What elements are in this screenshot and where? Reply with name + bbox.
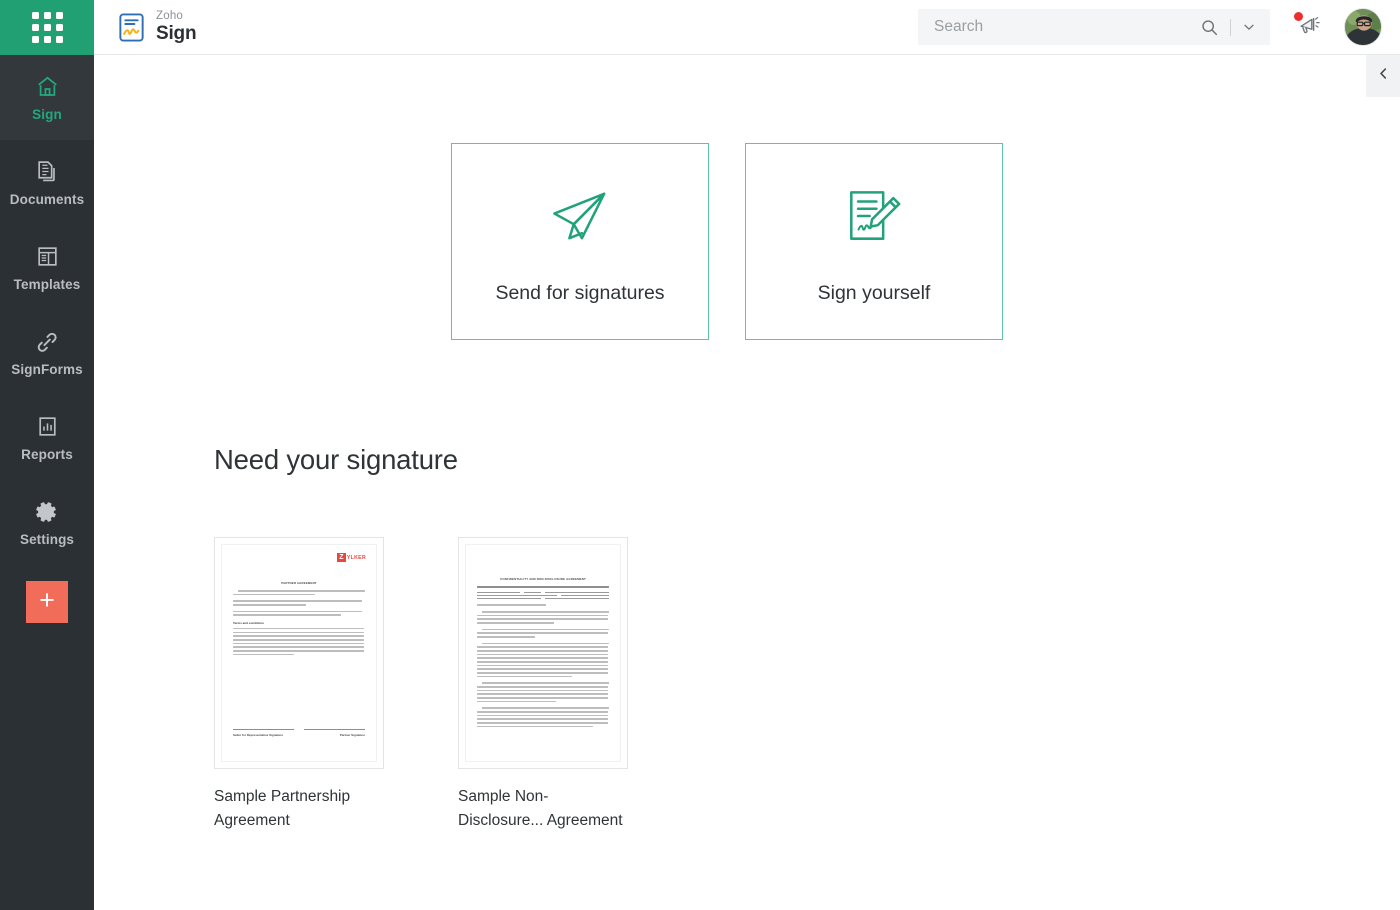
signature-block: Seller for Representative Signature	[233, 728, 294, 737]
collapse-panel-button[interactable]	[1366, 55, 1400, 97]
search-container	[918, 9, 1270, 45]
need-signature-section: Need your signature Z YLKER PARTNER AGRE…	[94, 444, 1400, 833]
app-root: Sign Documents Templates SignForms Repor…	[0, 0, 1400, 910]
user-avatar[interactable]	[1344, 8, 1382, 46]
documents-icon	[35, 159, 60, 185]
thumbnail-paragraph	[477, 682, 609, 703]
sidebar-item-documents[interactable]: Documents	[0, 140, 94, 225]
sidebar-nav: Sign Documents Templates SignForms Repor…	[0, 55, 94, 623]
sidebar-item-label: Documents	[9, 191, 85, 207]
templates-icon	[35, 244, 60, 270]
thumbnail-paragraph	[233, 600, 365, 606]
sidebar-item-label: Reports	[21, 446, 73, 462]
document-name: Sample Non-Disclosure... Agreement	[458, 788, 623, 830]
chevron-left-icon	[1376, 66, 1391, 86]
list-item[interactable]: Z YLKER PARTNER AGREEMENT Terms and cond…	[214, 537, 384, 833]
thumbnail-paragraph	[233, 590, 365, 596]
top-header: Zoho Sign	[94, 0, 1400, 55]
thumbnail-title: CONFIDENTIALITY AND NON-DISCLOSURE AGREE…	[500, 577, 586, 581]
sign-yourself-card[interactable]: Sign yourself	[745, 143, 1003, 340]
content-column: Zoho Sign Search Send for signatures Sig…	[94, 0, 1400, 910]
card-label: Send for signatures	[495, 282, 665, 304]
add-button-wrapper: +	[0, 581, 94, 623]
document-page-preview: CONFIDENTIALITY AND NON-DISCLOSURE AGREE…	[465, 544, 621, 762]
page-title: Need your signature	[214, 444, 458, 475]
logo-wordmark: Zoho Sign	[156, 10, 197, 44]
main-content: Send for signatures Sign yourself Need y…	[94, 55, 1400, 910]
document-thumbnail[interactable]: Z YLKER PARTNER AGREEMENT Terms and cond…	[214, 537, 384, 769]
logo-brand: Zoho	[156, 10, 184, 23]
zoho-sign-logo[interactable]: Zoho Sign	[116, 10, 197, 44]
thumbnail-paragraph	[477, 610, 609, 624]
paper-plane-icon	[550, 178, 610, 244]
sidebar-item-settings[interactable]: Settings	[0, 480, 94, 565]
app-launcher-button[interactable]	[0, 0, 94, 55]
sidebar: Sign Documents Templates SignForms Repor…	[0, 0, 94, 910]
logo-product: Sign	[156, 22, 197, 44]
zylker-wordmark: YLKER	[346, 554, 366, 561]
signature-label: Partner Signature	[339, 732, 365, 737]
sidebar-item-label: Sign	[32, 106, 62, 122]
document-thumbnail[interactable]: CONFIDENTIALITY AND NON-DISCLOSURE AGREE…	[458, 537, 628, 769]
action-cards: Send for signatures Sign yourself	[94, 55, 1400, 340]
thumbnail-paragraph	[477, 628, 609, 638]
sidebar-item-label: Settings	[19, 531, 75, 547]
plus-icon: +	[39, 585, 55, 615]
document-list: Z YLKER PARTNER AGREEMENT Terms and cond…	[214, 537, 1400, 833]
zoho-sign-logo-icon	[116, 12, 147, 43]
sidebar-item-signforms[interactable]: SignForms	[0, 310, 94, 395]
add-new-button[interactable]: +	[26, 581, 68, 623]
chevron-down-icon[interactable]	[1242, 20, 1256, 34]
thumbnail-subheading: Terms and conditions	[233, 620, 264, 625]
zylker-logo: Z YLKER	[336, 553, 366, 562]
thumbnail-blanks	[477, 591, 609, 600]
link-icon	[34, 329, 60, 355]
thumbnail-title: PARTNER AGREEMENT	[281, 581, 317, 585]
document-pencil-icon	[845, 178, 903, 244]
sidebar-item-label: Templates	[13, 276, 81, 292]
sidebar-item-reports[interactable]: Reports	[0, 395, 94, 480]
thumbnail-paragraph	[477, 642, 609, 678]
signature-label: Seller for Representative Signature	[233, 732, 284, 737]
gear-icon	[35, 499, 59, 525]
document-name: Sample Partnership Agreement	[214, 788, 351, 830]
home-icon	[35, 74, 60, 100]
list-item[interactable]: CONFIDENTIALITY AND NON-DISCLOSURE AGREE…	[458, 537, 628, 833]
search-icon[interactable]	[1200, 18, 1219, 37]
chart-icon	[35, 414, 60, 440]
sidebar-item-templates[interactable]: Templates	[0, 225, 94, 310]
thumbnail-paragraph	[233, 627, 365, 656]
app-grid-icon	[31, 12, 63, 43]
sidebar-item-sign[interactable]: Sign	[0, 55, 94, 140]
thumbnail-paragraph	[477, 707, 609, 728]
thumbnail-paragraph	[233, 610, 365, 616]
card-label: Sign yourself	[817, 282, 931, 304]
sidebar-item-label: SignForms	[11, 361, 83, 377]
document-page-preview: Z YLKER PARTNER AGREEMENT Terms and cond…	[221, 544, 377, 762]
announcements-button[interactable]	[1292, 10, 1326, 44]
send-for-signatures-card[interactable]: Send for signatures	[451, 143, 709, 340]
zylker-mark: Z	[336, 553, 346, 562]
signature-block: Partner Signature	[304, 728, 365, 737]
search-divider	[1230, 18, 1231, 36]
notification-badge	[1294, 12, 1303, 21]
signature-lines: Seller for Representative Signature Part…	[233, 728, 365, 737]
search-input[interactable]	[934, 18, 1200, 36]
